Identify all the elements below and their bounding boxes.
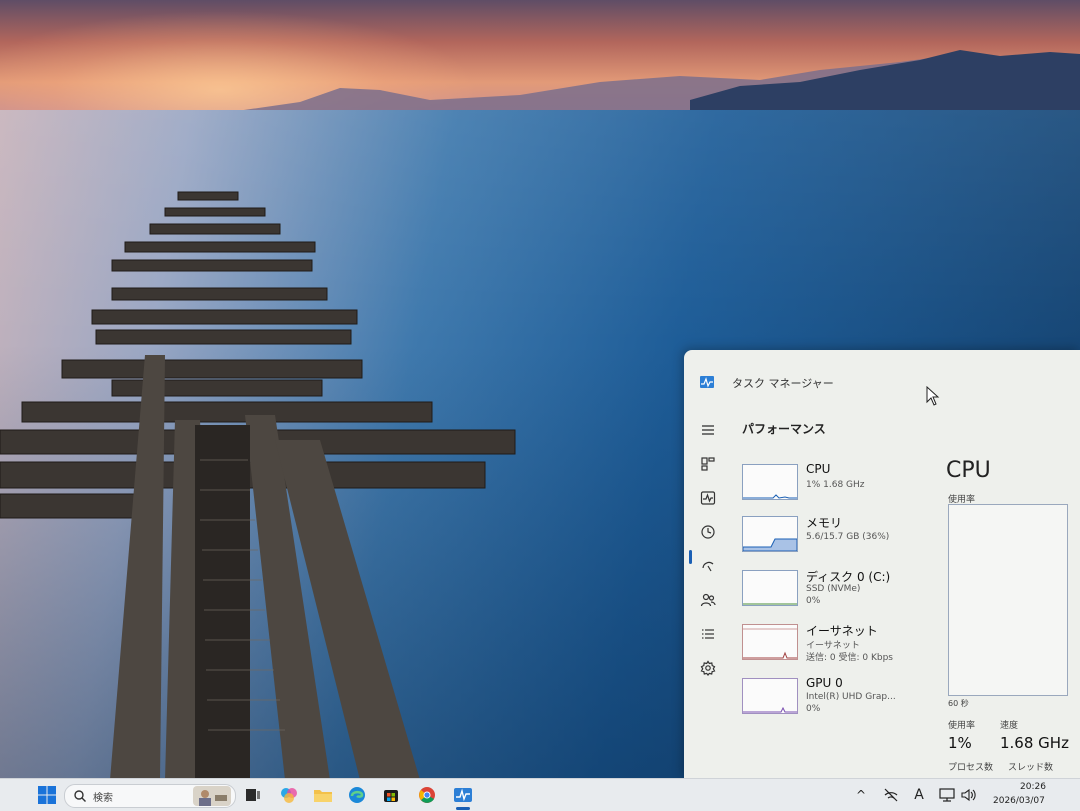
cpu-detail-title: CPU [946,458,991,483]
menu-icon [702,425,714,435]
nav-app-history[interactable] [696,520,720,544]
nav-users[interactable] [696,588,720,612]
nav-performance[interactable] [696,486,720,510]
perf-item-name: ディスク 0 (C:) [806,570,891,584]
perf-item-detail: 1% 1.68 GHz [806,480,865,490]
cpu-usage-graph [948,504,1068,696]
speed-stat-label: 速度 [1000,721,1019,731]
edge-browser-icon [349,787,365,803]
search-placeholder: 検索 [93,793,113,804]
perf-item-detail: Intel(R) UHD Grap... [806,692,896,702]
taskbar-task-view[interactable] [242,785,264,805]
process-count-label: プロセス数 [948,763,994,773]
tray-overflow-chevron[interactable]: ^ [852,787,870,803]
tray-network[interactable] [882,787,900,803]
speed-stat-value: 1.68 GHz [1000,734,1069,752]
app-history-icon [701,525,715,539]
taskbar-chrome[interactable] [416,785,438,805]
wooden-pier [0,191,516,778]
nav-details[interactable] [696,622,720,646]
processes-icon [701,457,715,471]
perf-item-memory[interactable]: メモリ 5.6/15.7 GB (36%) [742,514,942,564]
perf-item-disk[interactable]: ディスク 0 (C:) SSD (NVMe) 0% [742,568,942,618]
usage-stat-value: 1% [948,734,972,752]
startup-apps-icon [702,561,714,572]
mouse-pointer-icon [926,386,940,406]
taskbar: 検索 ^ A 20:26 2026/03/07 [0,778,1080,811]
memory-thumbnail-graph [742,516,798,552]
perf-item-cpu[interactable]: CPU 1% 1.68 GHz [742,462,942,512]
perf-item-detail: 5.6/15.7 GB (36%) [806,532,890,542]
page-title: パフォーマンス [742,422,826,436]
speaker-icon [961,788,976,802]
perf-item-value: 0% [806,704,821,714]
task-manager-window[interactable]: タスク マネージャー パフォーマンス CPU 1% 1.68 GHz メモリ 5… [684,350,1080,778]
users-icon [700,593,716,607]
nav-services[interactable] [696,656,720,680]
perf-item-name: CPU [806,462,831,476]
taskbar-copilot[interactable] [278,785,300,805]
copilot-icon [281,788,297,803]
display-icon [939,788,955,802]
taskbar-edge[interactable] [346,785,368,805]
taskbar-file-explorer[interactable] [312,785,334,805]
taskbar-task-manager[interactable] [452,785,474,805]
perf-item-ethernet[interactable]: イーサネット イーサネット 送信: 0 受信: 0 Kbps [742,622,942,672]
services-icon [700,660,716,676]
nav-rail [684,410,732,778]
perf-item-gpu[interactable]: GPU 0 Intel(R) UHD Grap... 0% [742,676,942,726]
thread-count-label: スレッド数 [1008,763,1054,773]
menu-button[interactable] [696,418,720,442]
taskbar-store[interactable] [380,785,402,805]
usage-stat-label: 使用率 [948,721,976,731]
search-icon [74,790,86,802]
clock-date[interactable]: 2026/03/07 [993,796,1045,806]
tray-ime-indicator[interactable]: A [910,787,928,803]
task-manager-icon [454,788,472,802]
nav-active-indicator [689,550,692,564]
perf-item-name: メモリ [806,516,843,530]
task-view-icon [246,789,260,801]
disk-thumbnail-graph [742,570,798,606]
title-bar[interactable]: タスク マネージャー [684,350,1080,390]
window-title: タスク マネージャー [732,377,834,390]
perf-item-name: イーサネット [806,624,878,638]
task-manager-app-icon [700,376,714,388]
nav-processes[interactable] [696,452,720,476]
perf-item-detail: SSD (NVMe) [806,584,861,594]
tray-display[interactable] [938,787,956,803]
gpu-thumbnail-graph [742,678,798,714]
windows-logo-icon [38,786,56,804]
perf-item-value: 0% [806,596,821,606]
store-icon [384,790,398,802]
folder-icon [314,790,332,802]
network-disconnected-icon [884,788,898,802]
perf-item-name: GPU 0 [806,676,843,690]
cpu-graph-time-span: 60 秒 [948,699,969,708]
chrome-browser-icon [419,787,435,803]
nav-startup-apps[interactable] [696,554,720,578]
cpu-thumbnail-graph [742,464,798,500]
search-highlight-image [193,786,231,806]
details-icon [702,629,714,639]
clock-time[interactable]: 20:26 [1020,782,1046,792]
ethernet-thumbnail-graph [742,624,798,660]
performance-icon [700,491,716,505]
perf-item-value: 送信: 0 受信: 0 Kbps [806,653,893,663]
tray-volume[interactable] [960,787,978,803]
cpu-detail-panel: CPU 使用率 60 秒 使用率 速度 1% 1.68 GHz プロセス数 スレ… [946,458,1080,778]
start-button[interactable] [36,785,58,805]
taskbar-search-box[interactable]: 検索 [64,784,236,808]
